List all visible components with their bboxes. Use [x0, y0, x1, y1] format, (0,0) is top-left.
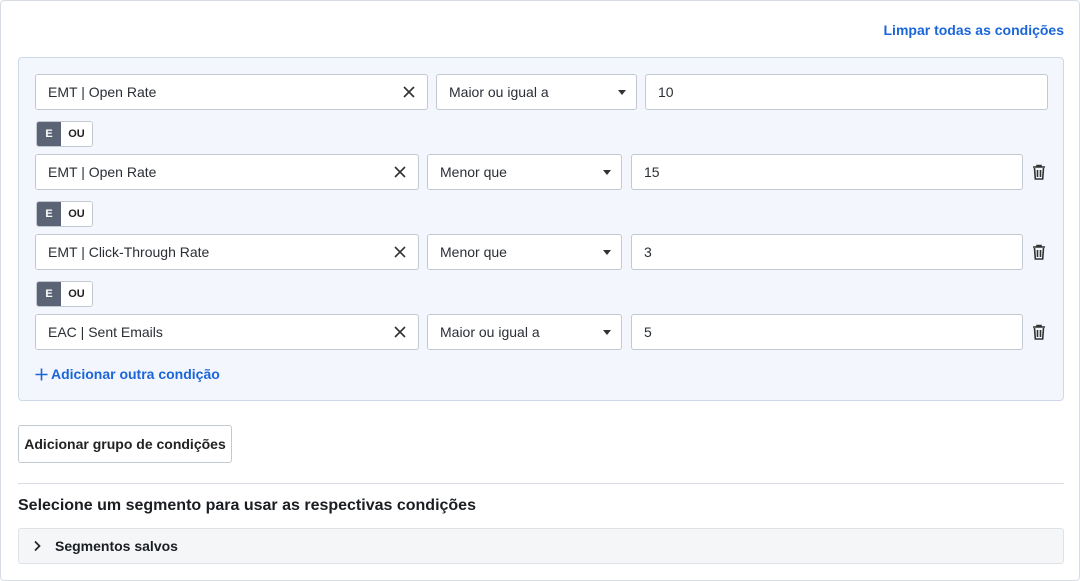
- plus-icon: [35, 368, 48, 381]
- section-divider: [18, 483, 1064, 484]
- add-condition-label: Adicionar outra condição: [51, 366, 220, 382]
- delete-condition-trash-icon[interactable]: [1031, 163, 1047, 181]
- delete-condition-trash-icon[interactable]: [1031, 323, 1047, 341]
- or-option[interactable]: OU: [61, 122, 92, 146]
- delete-condition-trash-icon[interactable]: [1031, 243, 1047, 261]
- condition-value: 15: [644, 164, 660, 180]
- operator-value: Maior ou igual a: [449, 84, 549, 100]
- caret-down-icon: [603, 170, 611, 175]
- or-option[interactable]: OU: [61, 282, 92, 306]
- condition-value-input[interactable]: 10: [645, 74, 1048, 110]
- condition-field-value: EAC | Sent Emails: [48, 324, 163, 340]
- and-option[interactable]: E: [37, 122, 61, 146]
- and-or-toggle: E OU: [36, 201, 93, 227]
- condition-field-select[interactable]: EAC | Sent Emails: [35, 314, 419, 350]
- add-condition-group-button[interactable]: Adicionar grupo de condições: [18, 425, 232, 463]
- operator-select[interactable]: Maior ou igual a: [427, 314, 622, 350]
- and-option[interactable]: E: [37, 202, 61, 226]
- condition-value-input[interactable]: 15: [631, 154, 1023, 190]
- condition-field-value: EMT | Open Rate: [48, 164, 157, 180]
- operator-value: Maior ou igual a: [440, 324, 540, 340]
- segment-section-title: Selecione um segmento para usar as respe…: [18, 497, 476, 514]
- operator-select[interactable]: Menor que: [427, 234, 622, 270]
- operator-select[interactable]: Menor que: [427, 154, 622, 190]
- clear-field-icon[interactable]: [392, 155, 408, 189]
- caret-down-icon: [618, 90, 626, 95]
- add-condition-link[interactable]: Adicionar outra condição: [35, 366, 220, 382]
- condition-field-select[interactable]: EMT | Open Rate: [35, 154, 419, 190]
- condition-value: 3: [644, 244, 652, 260]
- clear-field-icon[interactable]: [392, 235, 408, 269]
- caret-down-icon: [603, 330, 611, 335]
- condition-field-value: EMT | Click-Through Rate: [48, 244, 210, 260]
- condition-group: EMT | Open Rate Maior ou igual a 10 E OU…: [18, 57, 1064, 401]
- and-or-toggle: E OU: [36, 121, 93, 147]
- chevron-right-icon: [33, 540, 45, 552]
- condition-field-select[interactable]: EMT | Open Rate: [35, 74, 428, 110]
- condition-value-input[interactable]: 3: [631, 234, 1023, 270]
- and-option[interactable]: E: [37, 282, 61, 306]
- or-option[interactable]: OU: [61, 202, 92, 226]
- caret-down-icon: [603, 250, 611, 255]
- condition-field-value: EMT | Open Rate: [48, 84, 157, 100]
- condition-field-select[interactable]: EMT | Click-Through Rate: [35, 234, 419, 270]
- condition-value-input[interactable]: 5: [631, 314, 1023, 350]
- and-or-toggle: E OU: [36, 281, 93, 307]
- operator-value: Menor que: [440, 164, 507, 180]
- clear-field-icon[interactable]: [392, 315, 408, 349]
- saved-segments-accordion[interactable]: Segmentos salvos: [18, 528, 1064, 564]
- saved-segments-label: Segmentos salvos: [55, 538, 178, 554]
- operator-value: Menor que: [440, 244, 507, 260]
- operator-select[interactable]: Maior ou igual a: [436, 74, 637, 110]
- condition-value: 10: [658, 84, 674, 100]
- clear-all-conditions-link[interactable]: Limpar todas as condições: [884, 22, 1065, 38]
- condition-value: 5: [644, 324, 652, 340]
- clear-field-icon[interactable]: [401, 75, 417, 109]
